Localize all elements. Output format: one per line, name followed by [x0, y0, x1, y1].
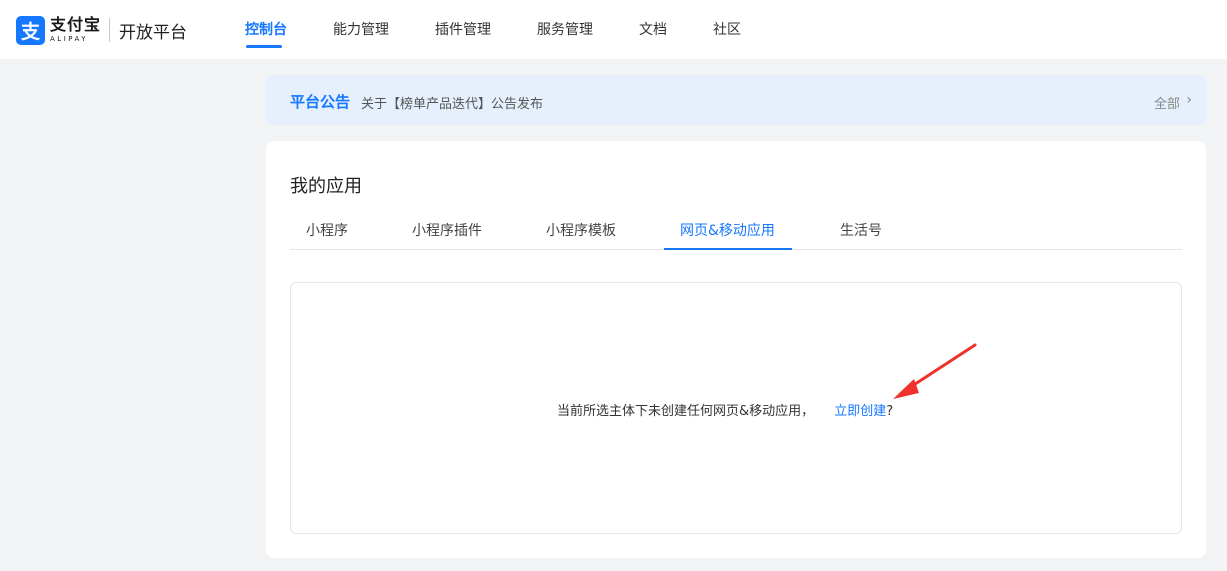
nav-service-management[interactable]: 服务管理	[537, 19, 593, 39]
empty-state-box: 当前所选主体下未创建任何网页&移动应用， 立即创建?	[290, 282, 1182, 534]
notice-link[interactable]: 关于【榜单产品迭代】公告发布	[361, 93, 543, 112]
logo-en-text: ALIPAY	[50, 35, 89, 43]
empty-state-message: 当前所选主体下未创建任何网页&移动应用， 立即创建?	[557, 400, 893, 419]
chevron-right-icon[interactable]: ›	[1186, 92, 1192, 108]
create-now-link[interactable]: 立即创建	[834, 404, 886, 419]
nav-docs[interactable]: 文档	[639, 19, 667, 39]
app-type-tabs: 小程序 小程序插件 小程序模板 网页&移动应用 生活号	[290, 213, 1182, 250]
nav-community[interactable]: 社区	[713, 19, 741, 39]
nav-console[interactable]: 控制台	[245, 19, 287, 39]
tab-active-indicator	[664, 248, 792, 250]
alipay-logo-icon: 支	[16, 15, 45, 45]
my-apps-title: 我的应用	[290, 176, 362, 197]
empty-message-text: 当前所选主体下未创建任何网页&移动应用，	[557, 404, 815, 419]
top-navigation-bar: 支 支付宝 ALIPAY 开放平台 控制台 能力管理 插件管理 服务管理 文档 …	[0, 0, 1227, 59]
nav-active-indicator	[246, 45, 282, 48]
tab-life-account[interactable]: 生活号	[840, 220, 882, 240]
platform-name: 开放平台	[119, 22, 188, 43]
platform-notice-banner: 平台公告 关于【榜单产品迭代】公告发布 全部 ›	[266, 75, 1206, 125]
question-mark: ?	[886, 404, 894, 419]
logo-cn-text: 支付宝	[50, 15, 102, 34]
logo-divider	[109, 18, 111, 42]
tab-mini-program[interactable]: 小程序	[306, 220, 348, 240]
nav-capability-management[interactable]: 能力管理	[333, 19, 389, 39]
tab-web-mobile-app[interactable]: 网页&移动应用	[680, 220, 775, 240]
tab-mini-program-template[interactable]: 小程序模板	[546, 220, 616, 240]
nav-plugin-management[interactable]: 插件管理	[435, 19, 491, 39]
tab-mini-program-plugin[interactable]: 小程序插件	[412, 220, 482, 240]
my-apps-card: 我的应用 小程序 小程序插件 小程序模板 网页&移动应用 生活号 当前所选主体下…	[266, 141, 1206, 558]
notice-title: 平台公告	[290, 93, 351, 111]
alipay-logo[interactable]: 支 支付宝 ALIPAY 开放平台	[16, 14, 187, 46]
logo-wordmark: 支付宝 ALIPAY	[50, 17, 101, 43]
notice-view-all[interactable]: 全部	[1154, 93, 1180, 112]
